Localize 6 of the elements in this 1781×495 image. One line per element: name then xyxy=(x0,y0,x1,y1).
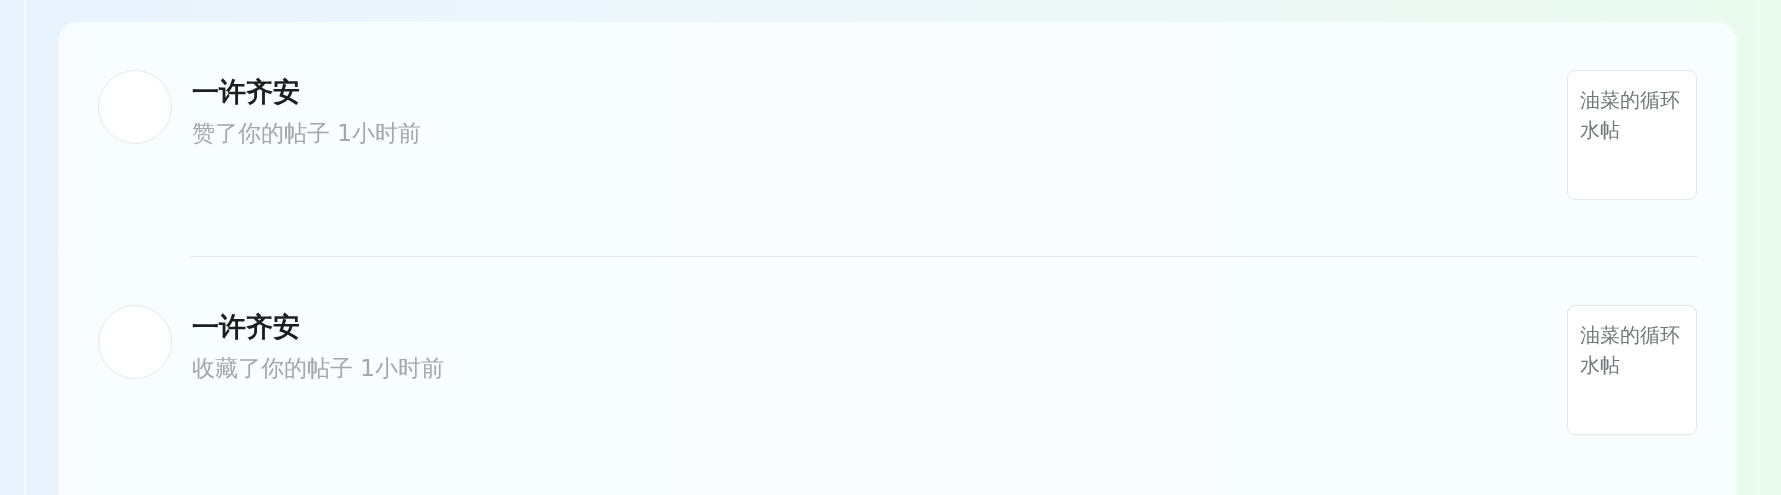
user-name[interactable]: 一许齐安 xyxy=(192,309,1567,345)
user-name[interactable]: 一许齐安 xyxy=(192,74,1567,110)
post-thumbnail[interactable]: 油菜的循环水帖 xyxy=(1567,70,1697,200)
notification-text: 收藏了你的帖子 1小时前 xyxy=(192,354,445,383)
post-thumbnail[interactable]: 油菜的循环水帖 xyxy=(1567,305,1697,435)
notification-text: 赞了你的帖子 1小时前 xyxy=(192,119,422,148)
